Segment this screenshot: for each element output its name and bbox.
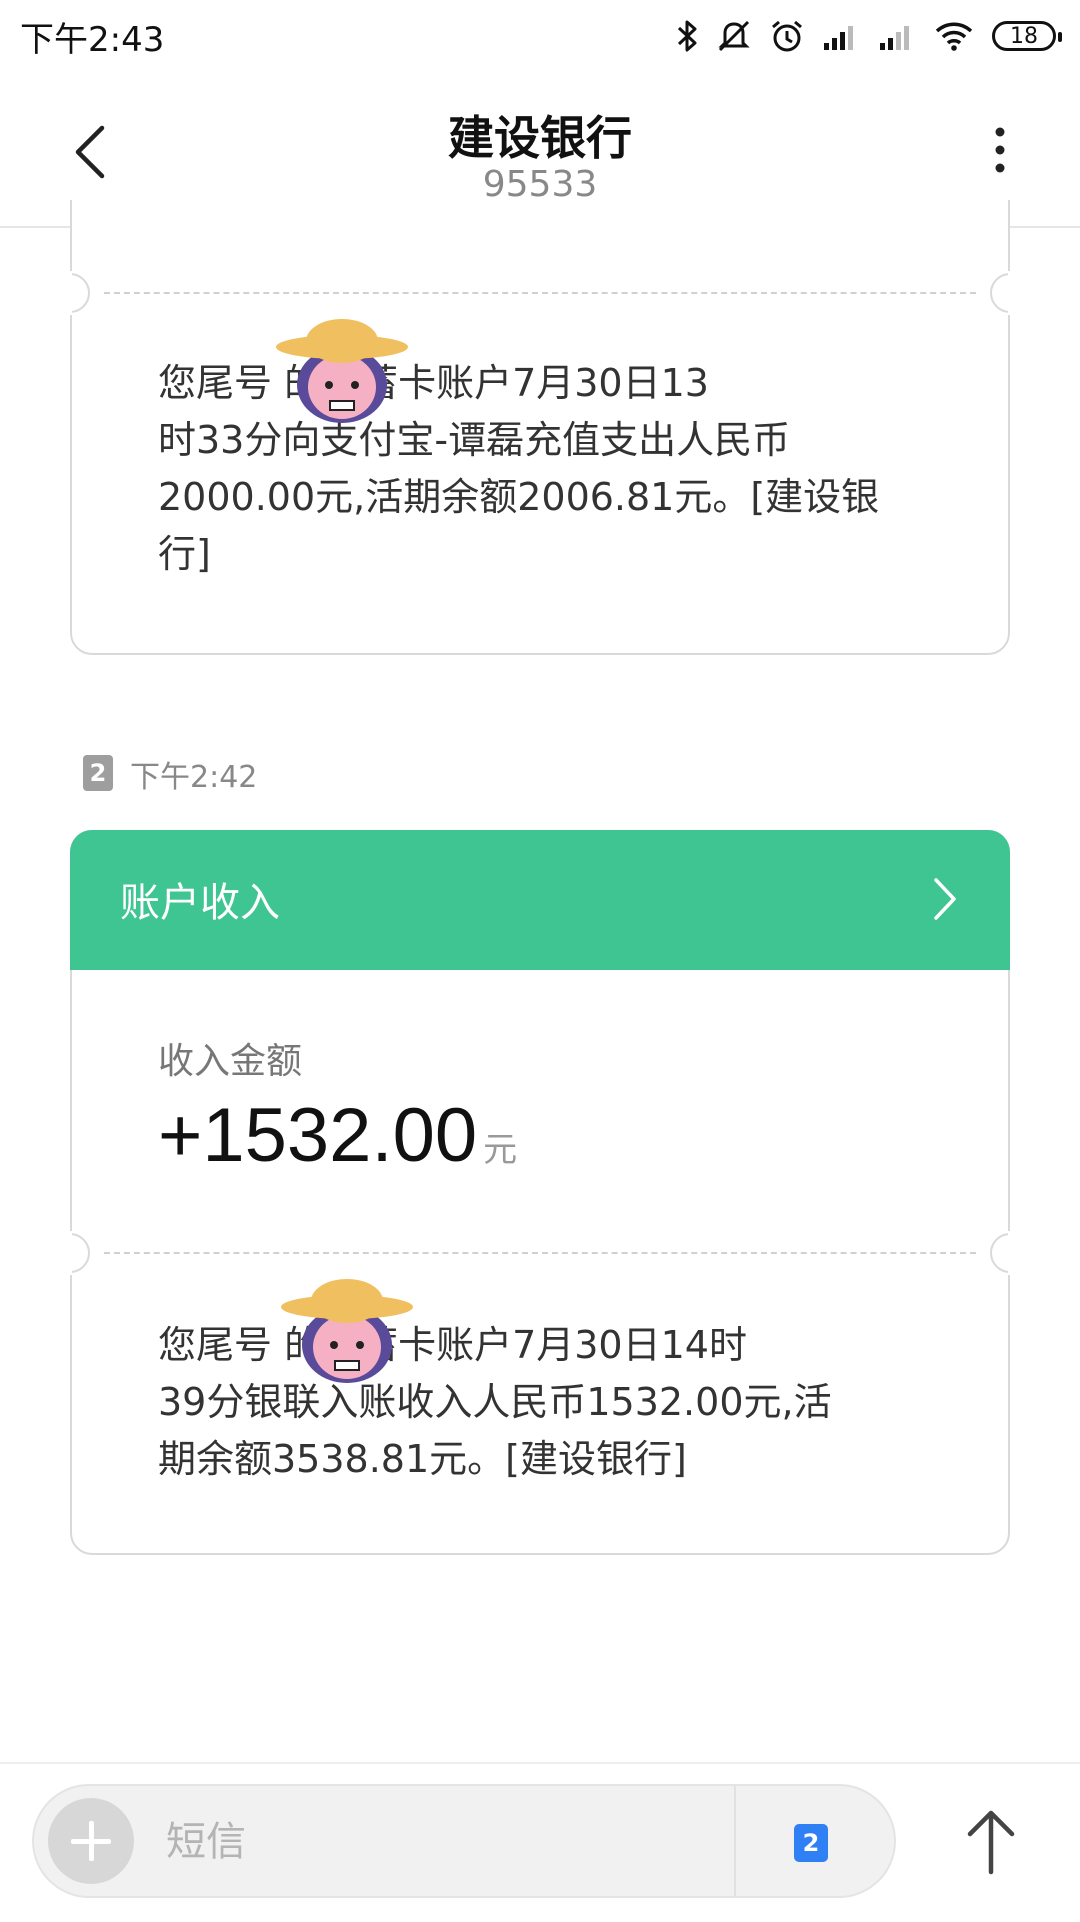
income-label: 收入金额 — [158, 1041, 303, 1082]
message-line: 行] — [158, 532, 211, 576]
message-time: 下午2:42 — [130, 760, 258, 795]
add-attachment-button[interactable] — [48, 1798, 134, 1884]
message-line: 2000.00元,活期余额2006.81元。[建设银 — [158, 475, 880, 519]
signal-icon — [824, 26, 853, 50]
sms-input[interactable] — [164, 1806, 748, 1878]
card-divider — [104, 1252, 976, 1254]
status-time: 下午2:43 — [20, 20, 165, 60]
compose-field: 2 — [32, 1784, 896, 1898]
sim-select-button[interactable]: 2 — [794, 1824, 828, 1862]
battery-indicator: 18 — [992, 21, 1062, 51]
account-income-header[interactable]: 账户收入 — [70, 830, 1010, 970]
more-icon — [995, 127, 1005, 173]
status-bar: 下午2:43 18 — [0, 0, 1080, 74]
compose-bar: 2 — [0, 1762, 1080, 1922]
send-arrow-icon — [967, 1810, 1015, 1875]
chevron-right-icon — [934, 878, 956, 920]
message-text: 您尾号 的储蓄卡账户7月30日14时 39分银联入账收入人民币1532.00元,… — [158, 1317, 938, 1488]
more-button[interactable] — [980, 122, 1020, 182]
income-value: +1532.00 — [158, 1093, 478, 1178]
card-divider — [104, 292, 976, 294]
sim-badge: 2 — [83, 755, 113, 791]
contact-number: 95533 — [482, 164, 598, 205]
redaction-sticker — [281, 1279, 413, 1383]
card-title: 账户收入 — [120, 880, 280, 926]
redaction-sticker — [276, 319, 408, 423]
message-line: 您尾号 的储蓄卡账户7月30日14时 — [158, 1323, 747, 1367]
income-amount: +1532.00 元 — [158, 1092, 517, 1179]
divider — [734, 1786, 736, 1896]
send-button[interactable] — [956, 1802, 1026, 1882]
battery-level: 18 — [1010, 23, 1038, 49]
status-icons: 18 — [676, 14, 1062, 58]
signal-icon — [880, 26, 909, 50]
mute-icon — [718, 20, 750, 52]
wifi-icon — [935, 22, 973, 51]
contact-name: 建设银行 — [448, 111, 632, 165]
income-unit: 元 — [483, 1131, 518, 1169]
alarm-icon — [772, 20, 802, 52]
message-card[interactable]: 您尾号 的储蓄卡账户7月30日13 时33分向支付宝-谭磊充值支出人民币 200… — [50, 200, 1030, 655]
message-line: 期余额3538.81元。[建设银行] — [158, 1437, 687, 1481]
bluetooth-icon — [677, 20, 697, 52]
message-line: 39分银联入账收入人民币1532.00元,活 — [158, 1380, 832, 1424]
message-card[interactable]: 账户收入 收入金额 +1532.00 元 您尾号 的储蓄卡账户7月30日14时 3… — [50, 830, 1030, 1555]
